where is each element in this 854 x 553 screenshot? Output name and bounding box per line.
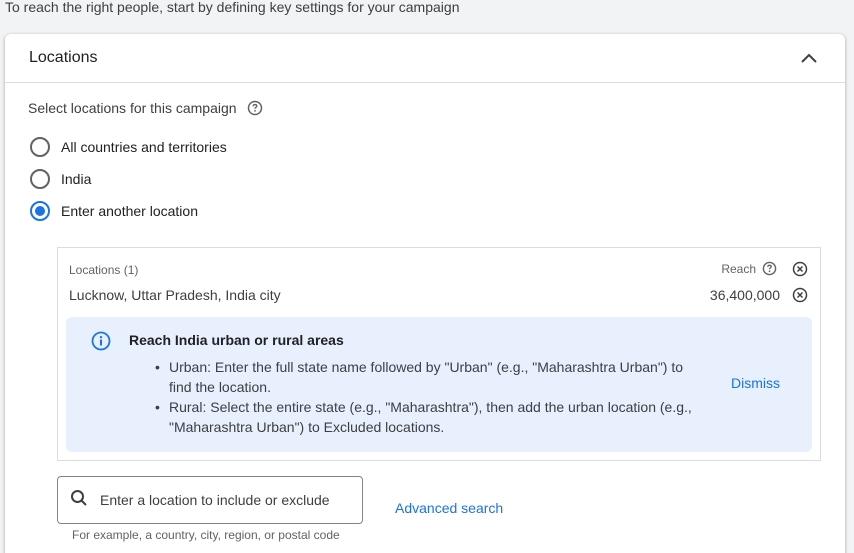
radio-button[interactable] [30, 169, 50, 189]
search-hint: For example, a country, city, region, or… [72, 528, 340, 542]
location-search-input[interactable] [100, 492, 350, 508]
help-icon[interactable] [247, 100, 263, 116]
location-search[interactable] [57, 476, 363, 524]
radio-another-location[interactable]: Enter another location [30, 201, 198, 221]
radio-label: Enter another location [61, 203, 198, 219]
info-bullets: Urban: Enter the full state name followe… [155, 357, 709, 437]
info-banner: Reach India urban or rural areas Urban: … [66, 317, 812, 452]
help-icon[interactable] [762, 261, 778, 277]
location-name: Lucknow, Uttar Pradesh, India city [69, 287, 281, 303]
radio-label: India [61, 171, 92, 187]
remove-location-icon[interactable] [792, 287, 808, 303]
search-icon [70, 489, 88, 512]
location-reach: 36,400,000 [710, 287, 808, 303]
info-title: Reach India urban or rural areas [129, 332, 344, 348]
info-icon [91, 331, 111, 351]
radio-all-countries[interactable]: All countries and territories [30, 137, 227, 157]
radio-india[interactable]: India [30, 169, 91, 189]
radio-button-selected[interactable] [30, 201, 50, 221]
locations-card: Locations Select locations for this camp… [5, 34, 845, 553]
reach-header: Reach [721, 261, 808, 277]
reach-label: Reach [721, 262, 756, 276]
locations-count: Locations (1) [69, 263, 139, 277]
reach-value: 36,400,000 [709, 287, 780, 303]
chevron-up-icon[interactable] [797, 46, 821, 70]
card-header[interactable]: Locations [5, 34, 845, 83]
select-locations-text: Select locations for this campaign [28, 100, 237, 116]
advanced-search-link[interactable]: Advanced search [395, 500, 503, 516]
remove-all-icon[interactable] [792, 261, 808, 277]
card-title: Locations [29, 49, 98, 66]
radio-button[interactable] [30, 137, 50, 157]
radio-label: All countries and territories [61, 139, 227, 155]
dismiss-link[interactable]: Dismiss [731, 375, 780, 391]
info-bullet-urban: Urban: Enter the full state name followe… [155, 357, 709, 397]
info-bullet-rural: Rural: Select the entire state (e.g., "M… [155, 397, 709, 437]
selected-locations-panel: Locations (1) Reach Lucknow, Uttar Prade… [57, 247, 821, 461]
page-intro: To reach the right people, start by defi… [5, 0, 460, 15]
select-locations-label: Select locations for this campaign [28, 100, 263, 116]
